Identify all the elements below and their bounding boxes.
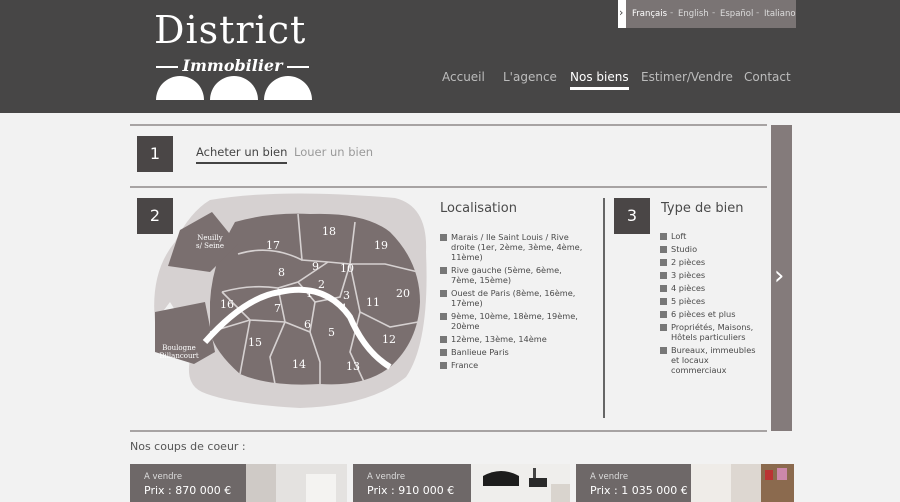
type-bien-list: Loft Studio 2 pièces 3 pièces 4 pièces 5… <box>660 231 760 375</box>
map-district-7[interactable]: 7 <box>274 302 281 315</box>
language-arrow-icon <box>618 0 626 28</box>
map-district-3[interactable]: 3 <box>343 289 350 302</box>
localisation-option[interactable]: France <box>440 360 585 370</box>
divider <box>130 430 767 432</box>
nav-agence[interactable]: L'agence <box>503 70 557 84</box>
lang-separator: - <box>756 8 760 18</box>
localisation-option[interactable]: 9ème, 10ème, 18ème, 19ème, 20ème <box>440 311 585 331</box>
tab-louer[interactable]: Louer un bien <box>294 145 373 159</box>
type-bien-option[interactable]: 3 pièces <box>660 270 760 280</box>
logo-domes-icon <box>156 76 312 100</box>
coups-de-coeur-title: Nos coups de coeur : <box>130 440 246 453</box>
localisation-option[interactable]: Ouest de Paris (8ème, 16ème, 17ème) <box>440 288 585 308</box>
lang-separator: - <box>670 8 674 18</box>
step-1-badge: 1 <box>137 136 173 172</box>
localisation-option[interactable]: Banlieue Paris <box>440 347 585 357</box>
type-bien-option[interactable]: Loft <box>660 231 760 241</box>
property-card[interactable]: A vendre Prix : 1 035 000 € <box>576 464 794 502</box>
property-price: Prix : 1 035 000 € <box>590 484 688 497</box>
property-card[interactable]: A vendre Prix : 910 000 € <box>353 464 570 502</box>
property-status: A vendre <box>590 472 629 482</box>
map-district-20[interactable]: 20 <box>396 287 410 300</box>
site-header: District Immobilier Français - English -… <box>0 0 900 113</box>
map-district-11[interactable]: 11 <box>366 296 380 309</box>
property-card[interactable]: A vendre Prix : 870 000 € <box>130 464 347 502</box>
localisation-option[interactable]: Marais / Ile Saint Louis / Rive droite (… <box>440 232 585 262</box>
property-photo <box>246 464 347 502</box>
paris-map: 18 19 17 9 10 8 2 20 1 3 11 16 4 7 6 5 1… <box>150 192 432 410</box>
divider <box>130 124 767 126</box>
map-district-18[interactable]: 18 <box>322 225 336 238</box>
next-step-button[interactable]: › <box>771 125 792 431</box>
map-district-17[interactable]: 17 <box>266 239 280 252</box>
nav-estimer-vendre[interactable]: Estimer/Vendre <box>641 70 733 84</box>
property-card-info: A vendre Prix : 1 035 000 € <box>576 464 691 502</box>
map-district-13[interactable]: 13 <box>346 360 360 373</box>
map-district-1[interactable]: 1 <box>306 287 313 300</box>
step-3-badge: 3 <box>614 198 650 234</box>
map-district-5[interactable]: 5 <box>328 326 335 339</box>
type-bien-option[interactable]: Studio <box>660 244 760 254</box>
localisation-list: Marais / Ile Saint Louis / Rive droite (… <box>440 232 585 370</box>
property-photo <box>471 464 570 502</box>
localisation-title: Localisation <box>440 201 517 216</box>
map-district-19[interactable]: 19 <box>374 239 388 252</box>
language-switcher: Français - English - Español - Italiano <box>618 0 796 28</box>
column-divider <box>603 198 605 418</box>
map-district-10[interactable]: 10 <box>340 262 354 275</box>
type-bien-option[interactable]: 6 pièces et plus <box>660 309 760 319</box>
map-district-6[interactable]: 6 <box>304 318 311 331</box>
chevron-right-icon: › <box>774 261 785 291</box>
property-status: A vendre <box>144 472 183 482</box>
nav-accueil[interactable]: Accueil <box>442 70 485 84</box>
type-bien-option[interactable]: 4 pièces <box>660 283 760 293</box>
lang-italiano[interactable]: Italiano <box>764 9 796 19</box>
lang-francais[interactable]: Français <box>632 9 667 19</box>
localisation-option[interactable]: Rive gauche (5ème, 6ème, 7ème, 15ème) <box>440 265 585 285</box>
type-bien-title: Type de bien <box>661 201 744 216</box>
paris-map-shape <box>154 193 427 408</box>
lang-separator: - <box>712 8 716 18</box>
map-district-2[interactable]: 2 <box>318 278 325 291</box>
property-price: Prix : 910 000 € <box>367 484 455 497</box>
nav-nos-biens[interactable]: Nos biens <box>570 70 629 90</box>
lang-english[interactable]: English <box>678 9 709 19</box>
map-boulogne[interactable]: Boulogne Billancourt <box>156 344 202 360</box>
tab-acheter[interactable]: Acheter un bien <box>196 145 288 164</box>
property-price: Prix : 870 000 € <box>144 484 232 497</box>
type-bien-option[interactable]: Propriétés, Maisons, Hôtels particuliers <box>660 322 760 342</box>
type-bien-option[interactable]: Bureaux, immeubles et locaux commerciaux <box>660 345 760 375</box>
type-bien-option[interactable]: 2 pièces <box>660 257 760 267</box>
logo-title: District <box>154 8 307 52</box>
property-photo <box>691 464 794 502</box>
localisation-option[interactable]: 12ème, 13ème, 14ème <box>440 334 585 344</box>
lang-espanol[interactable]: Español <box>720 9 753 19</box>
map-district-15[interactable]: 15 <box>248 336 262 349</box>
nav-contact[interactable]: Contact <box>744 70 791 84</box>
map-district-8[interactable]: 8 <box>278 266 285 279</box>
map-district-16[interactable]: 16 <box>220 298 234 311</box>
map-district-12[interactable]: 12 <box>382 333 396 346</box>
property-card-info: A vendre Prix : 870 000 € <box>130 464 246 502</box>
type-bien-option[interactable]: 5 pièces <box>660 296 760 306</box>
map-district-14[interactable]: 14 <box>292 358 306 371</box>
property-card-info: A vendre Prix : 910 000 € <box>353 464 471 502</box>
logo-subtitle: Immobilier <box>150 56 315 75</box>
map-district-9[interactable]: 9 <box>312 260 319 273</box>
logo[interactable]: District Immobilier <box>150 8 320 108</box>
map-district-4[interactable]: 4 <box>340 302 347 315</box>
map-neuilly[interactable]: Neuilly s/ Seine <box>194 234 226 250</box>
property-status: A vendre <box>367 472 406 482</box>
divider <box>130 186 767 188</box>
